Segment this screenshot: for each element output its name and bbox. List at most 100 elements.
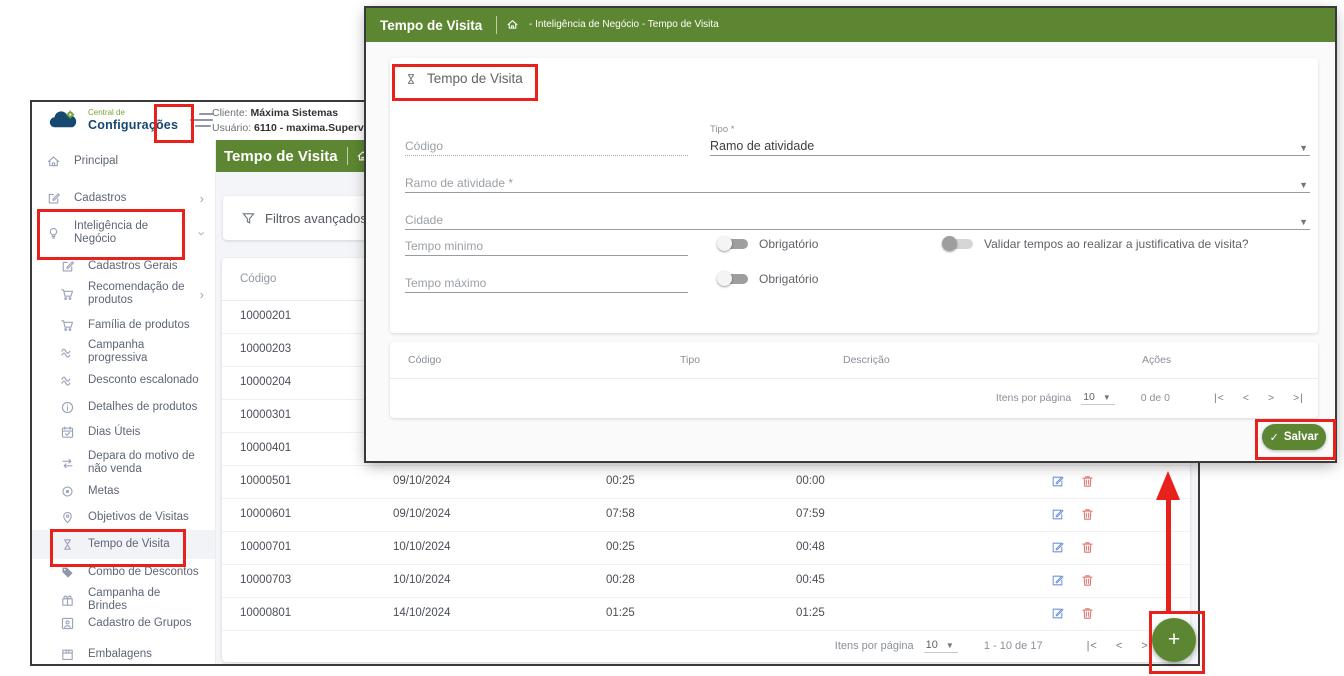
trend-wave-icon [60, 345, 75, 360]
tempo-maximo-field[interactable]: Tempo máximo [405, 273, 688, 293]
obrigatorio-min-toggle[interactable] [717, 236, 748, 251]
titlebar-divider [496, 16, 497, 34]
sidebar-item-cadastros[interactable]: Cadastros › [32, 185, 215, 211]
items-per-page-label: Itens por página [996, 392, 1071, 404]
sidebar-item-detalhes-de-produtos[interactable]: Detalhes de produtos [32, 394, 215, 420]
usuario-label: Usuário: [212, 122, 251, 134]
table-row[interactable]: 10000801 14/10/2024 01:25 01:25 [222, 597, 1190, 631]
sidebar-item-recomendacao-de-produtos[interactable]: Recomendação de produtos › [32, 275, 215, 313]
column-header-acoes: Ações [1142, 342, 1171, 378]
logo-text-small: Central de [88, 109, 178, 117]
info-icon [60, 400, 75, 415]
next-page-button[interactable]: > [1141, 640, 1148, 652]
cidade-select[interactable]: Cidade ▼ [405, 210, 1310, 230]
swap-arrows-icon [60, 456, 75, 471]
dialog-items-table: Código Tipo Descrição Ações Itens por pá… [390, 342, 1318, 418]
delete-icon[interactable] [1080, 573, 1095, 588]
session-info: Cliente: Máxima Sistemas Usuário: 6110 -… [212, 106, 365, 136]
delete-icon[interactable] [1080, 507, 1095, 522]
obrigatorio-max-toggle[interactable] [717, 271, 748, 286]
delete-icon[interactable] [1080, 474, 1095, 489]
page-range-label: 1 - 10 de 17 [984, 640, 1043, 652]
edit-icon[interactable] [1050, 507, 1065, 522]
edit-icon [60, 259, 75, 274]
edit-icon[interactable] [1050, 606, 1065, 621]
logo-text-main: Configurações [88, 119, 178, 132]
column-header-tipo: Tipo [680, 342, 700, 378]
sidebar-item-desconto-escalonado[interactable]: Desconto escalonado [32, 367, 215, 393]
table-row[interactable]: 10000703 10/10/2024 00:28 00:45 [222, 564, 1190, 598]
dropdown-caret-icon: ▼ [1299, 217, 1308, 227]
ramo-de-atividade-select[interactable]: Ramo de atividade * ▼ [405, 173, 1310, 193]
home-icon[interactable] [506, 18, 519, 31]
calendar-check-icon [60, 425, 75, 440]
tempo-minimo-field[interactable]: Tempo minimo [405, 236, 688, 256]
first-page-button[interactable]: |< [1087, 640, 1098, 652]
home-icon [46, 154, 61, 169]
sidebar: Principal Cadastros › Inteligência de Ne… [32, 140, 216, 664]
column-header-descricao: Descrição [843, 342, 890, 378]
table-paginator: Itens por página 10▼ 1 - 10 de 17 |< < >… [222, 629, 1178, 662]
annotation-arrow [1166, 499, 1171, 612]
edit-icon[interactable] [1050, 474, 1065, 489]
sidebar-item-objetivos-de-visitas[interactable]: Objetivos de Visitas [32, 504, 215, 530]
save-button[interactable]: ✓ Salvar [1262, 424, 1326, 450]
next-page-button[interactable]: > [1268, 392, 1275, 404]
funnel-icon [241, 211, 256, 226]
delete-icon[interactable] [1080, 540, 1095, 555]
breadcrumb: - Inteligência de Negócio - Tempo de Vis… [529, 19, 719, 30]
dropdown-caret-icon: ▼ [1299, 180, 1308, 190]
group-icon [60, 616, 75, 631]
sidebar-item-dias-uteis[interactable]: Dias Úteis [32, 419, 215, 445]
add-button[interactable]: + [1152, 618, 1196, 662]
hourglass-icon [404, 72, 418, 86]
trend-wave-icon [60, 373, 75, 388]
target-icon [60, 484, 75, 499]
check-icon: ✓ [1270, 431, 1279, 444]
sidebar-item-principal[interactable]: Principal [32, 148, 215, 174]
lightbulb-icon [46, 226, 61, 241]
cloud-logo-icon [46, 107, 82, 133]
prev-page-button[interactable]: < [1116, 640, 1123, 652]
table-row[interactable]: 10000701 10/10/2024 00:25 00:48 [222, 531, 1190, 565]
table-row[interactable]: 10000601 09/10/2024 07:58 07:59 [222, 498, 1190, 532]
validar-tempos-toggle[interactable] [942, 236, 973, 251]
package-icon [60, 647, 75, 662]
dialog-paginator: Itens por página 10▼ 0 de 0 |< < > >| [390, 378, 1304, 418]
form-title: Tempo de Visita [404, 71, 523, 86]
sidebar-item-familia-de-produtos[interactable]: Família de produtos [32, 312, 215, 338]
sidebar-item-campanha-progressiva[interactable]: Campanha progressiva [32, 339, 215, 365]
app-logo: Central de Configurações [46, 107, 178, 133]
column-header-codigo: Código [240, 258, 276, 300]
tempo-de-visita-dialog: Tempo de Visita - Inteligência de Negóci… [366, 8, 1335, 461]
sidebar-item-combo-de-descontos[interactable]: Combo de Descontos [32, 559, 215, 585]
last-page-button[interactable]: >| [1293, 392, 1304, 404]
advanced-filters-label: Filtros avançados [265, 211, 367, 226]
chevron-right-icon: › [200, 192, 204, 205]
dialog-title: Tempo de Visita [380, 18, 482, 33]
delete-icon[interactable] [1080, 606, 1095, 621]
prev-page-button[interactable]: < [1243, 392, 1250, 404]
sidebar-item-inteligencia-de-negocio[interactable]: Inteligência de Negócio › [32, 212, 215, 254]
sidebar-item-embalagens[interactable]: Embalagens [32, 641, 215, 664]
edit-icon[interactable] [1050, 540, 1065, 555]
sidebar-item-cadastro-de-grupos[interactable]: Cadastro de Grupos [32, 610, 215, 636]
sidebar-item-tempo-de-visita[interactable]: Tempo de Visita [32, 530, 215, 559]
annotation-arrow-head [1156, 471, 1180, 500]
page-size-select[interactable]: 10▼ [924, 639, 958, 653]
codigo-field[interactable]: Código [405, 136, 688, 156]
sidebar-item-metas[interactable]: Metas [32, 478, 215, 504]
tipo-select[interactable]: Tipo * Ramo de atividade ▼ [710, 136, 1310, 156]
tempo-de-visita-form: Tempo de Visita Código Tipo * Ramo de at… [390, 58, 1318, 333]
first-page-button[interactable]: |< [1214, 392, 1225, 404]
page-size-select[interactable]: 10▼ [1081, 391, 1115, 405]
items-per-page-label: Itens por página [835, 640, 914, 652]
cliente-value: Máxima Sistemas [251, 107, 339, 119]
edit-icon[interactable] [1050, 573, 1065, 588]
table-row[interactable]: 10000501 09/10/2024 00:25 00:00 [222, 465, 1190, 499]
edit-icon [46, 191, 61, 206]
chevron-down-icon: › [195, 231, 208, 235]
obrigatorio-max-label: Obrigatório [759, 272, 818, 286]
validar-tempos-label: Validar tempos ao realizar a justificati… [984, 237, 1249, 251]
sidebar-item-depara-motivo-nao-venda[interactable]: Depara do motivo de não venda [32, 444, 215, 482]
